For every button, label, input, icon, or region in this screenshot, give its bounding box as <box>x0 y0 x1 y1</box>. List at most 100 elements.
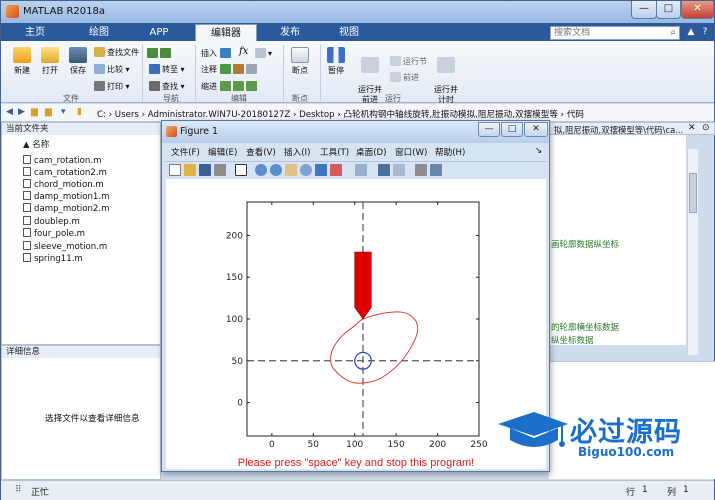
open-file-icon[interactable] <box>184 164 196 176</box>
x-tick-label: 50 <box>308 440 320 450</box>
colorbar-icon[interactable] <box>378 164 390 176</box>
watermark-url: Biguo100.com <box>578 445 675 459</box>
menu-edit[interactable]: 编辑(E) <box>208 146 237 158</box>
menu-file[interactable]: 文件(F) <box>171 146 200 158</box>
indent-button[interactable]: 缩进 <box>201 81 259 92</box>
search-documentation-input[interactable]: 搜索文档 ⌕ <box>550 26 680 40</box>
open-button[interactable]: 打开 <box>37 47 63 76</box>
fx-button[interactable]: fx <box>239 46 248 57</box>
path-dropdown-icon[interactable]: ▾ <box>61 107 66 117</box>
file-item[interactable]: cam_rotation.m <box>23 155 101 166</box>
current-path-breadcrumb[interactable]: C: › Users › Administrator.WIN7U-2018012… <box>97 108 584 120</box>
run-and-time-button[interactable]: 运行并 计时 <box>431 47 461 105</box>
ribbon-separator <box>320 45 321 101</box>
menu-help[interactable]: 帮助(H) <box>435 146 465 158</box>
status-busy-text: 正忙 <box>31 488 50 498</box>
menu-insert[interactable]: 插入(I) <box>284 146 310 158</box>
legend-icon[interactable] <box>393 164 405 176</box>
find-files-label: 查找文件 <box>107 48 139 57</box>
nav-back-icon[interactable] <box>147 48 173 58</box>
figure-close-button[interactable]: ✕ <box>524 122 548 137</box>
search-icon[interactable]: ⌕ <box>670 27 676 39</box>
figure-maximize-button[interactable]: □ <box>501 122 523 137</box>
close-button[interactable]: ✕ <box>681 1 714 19</box>
breakpoints-icon <box>291 47 309 63</box>
zoom-out-icon[interactable] <box>270 164 282 176</box>
browse-folder-icon[interactable]: ▆ <box>45 107 52 117</box>
scrollbar-thumb[interactable] <box>689 173 697 213</box>
watermark-chinese: 必过源码 <box>570 417 682 448</box>
save-figure-icon[interactable] <box>199 164 211 176</box>
menu-window[interactable]: 窗口(W) <box>395 146 427 158</box>
file-item[interactable]: doublep.m <box>23 216 80 227</box>
editor-options-icon[interactable]: ⊙ <box>702 123 710 133</box>
new-figure-icon[interactable] <box>169 164 181 176</box>
print-figure-icon[interactable] <box>214 164 226 176</box>
row-label: 行 <box>626 488 636 498</box>
forward-arrow-icon[interactable]: ▶ <box>18 107 25 117</box>
zoom-in-icon[interactable] <box>255 164 267 176</box>
save-button[interactable]: 保存 <box>65 47 91 76</box>
brush-icon[interactable] <box>330 164 342 176</box>
x-tick-label: 200 <box>429 440 446 450</box>
file-item[interactable]: damp_motion2.m <box>23 203 110 214</box>
y-tick-label: 50 <box>232 357 244 367</box>
show-plot-tools-icon[interactable] <box>430 164 442 176</box>
tab-apps[interactable]: APP <box>133 24 185 41</box>
run-section-button[interactable]: 运行节 <box>390 56 427 67</box>
data-cursor-icon[interactable] <box>315 164 327 176</box>
figure-minimize-button[interactable]: — <box>478 122 500 137</box>
insert-button[interactable]: 插入 <box>201 48 233 59</box>
comment-button[interactable]: 注释 <box>201 64 259 75</box>
tab-editor[interactable]: 编辑器 <box>195 24 257 41</box>
menu-view[interactable]: 查看(V) <box>246 146 276 158</box>
pan-hand-icon[interactable] <box>285 164 297 176</box>
dock-arrow-icon[interactable]: ↘ <box>535 146 542 156</box>
pause-button[interactable]: 暂停 <box>323 47 349 76</box>
find-files-button[interactable]: 查找文件 <box>94 47 139 58</box>
folder-up-icon[interactable]: ▆ <box>31 107 38 117</box>
tab-view[interactable]: 视图 <box>321 24 377 41</box>
select-pointer-icon[interactable] <box>235 164 247 176</box>
editor-path-bar: 拟,阻尼振动,双摆模型等\代码\ca... ✕ ⊙ <box>549 122 715 135</box>
menu-desktop[interactable]: 桌面(D) <box>356 146 387 158</box>
file-item[interactable]: sleeve_motion.m <box>23 241 107 252</box>
compare-button[interactable]: 比较 ▾ <box>94 64 130 75</box>
back-arrow-icon[interactable]: ◀ <box>6 107 13 117</box>
tab-home[interactable]: 主页 <box>5 24 65 41</box>
format-icon[interactable]: ▾ <box>255 48 272 58</box>
hide-plot-tools-icon[interactable] <box>415 164 427 176</box>
print-label: 打印 <box>107 82 123 91</box>
find-button[interactable]: 查找 ▾ <box>149 81 185 92</box>
editor-scrollbar[interactable] <box>687 149 698 355</box>
maximize-button[interactable]: □ <box>656 1 681 19</box>
tab-plots[interactable]: 绘图 <box>69 24 129 41</box>
collapse-ribbon-icon[interactable]: ▲ <box>685 25 697 39</box>
file-item[interactable]: spring11.m <box>23 253 83 264</box>
menu-tools[interactable]: 工具(T) <box>320 146 349 158</box>
goto-icon <box>149 64 160 74</box>
minimize-button[interactable]: — <box>631 1 657 19</box>
goto-button[interactable]: 转至 ▾ <box>149 64 185 75</box>
file-item[interactable]: cam_rotation2.m <box>23 167 107 178</box>
print-button[interactable]: 打印 ▾ <box>94 81 130 92</box>
run-group-label: 运行 <box>385 94 401 103</box>
cam-plot[interactable]: 0 50 100 150 200 250 0 50 100 150 200 <box>166 179 546 469</box>
file-item[interactable]: four_pole.m <box>23 228 85 239</box>
new-button[interactable]: 新建 <box>9 47 35 76</box>
file-name: damp_motion1.m <box>34 192 110 202</box>
file-item[interactable]: chord_motion.m <box>23 179 104 190</box>
figure-canvas[interactable]: 0 50 100 150 200 250 0 50 100 150 200 Please press… <box>166 179 546 469</box>
name-column-header[interactable]: ▲ 名称 <box>23 138 49 150</box>
link-plot-icon[interactable] <box>355 164 367 176</box>
editor-close-icon[interactable]: ✕ <box>688 123 696 133</box>
file-item[interactable]: damp_motion1.m <box>23 191 110 202</box>
breakpoints-button[interactable]: 断点 <box>287 47 313 76</box>
advance-button[interactable]: 前进 <box>390 72 419 83</box>
rotate-3d-icon[interactable] <box>300 164 312 176</box>
tab-publish[interactable]: 发布 <box>263 24 317 41</box>
compare-label: 比较 <box>107 65 123 74</box>
m-file-icon <box>23 228 31 237</box>
help-icon[interactable]: ? <box>699 25 711 39</box>
indent-label: 缩进 <box>201 82 217 91</box>
